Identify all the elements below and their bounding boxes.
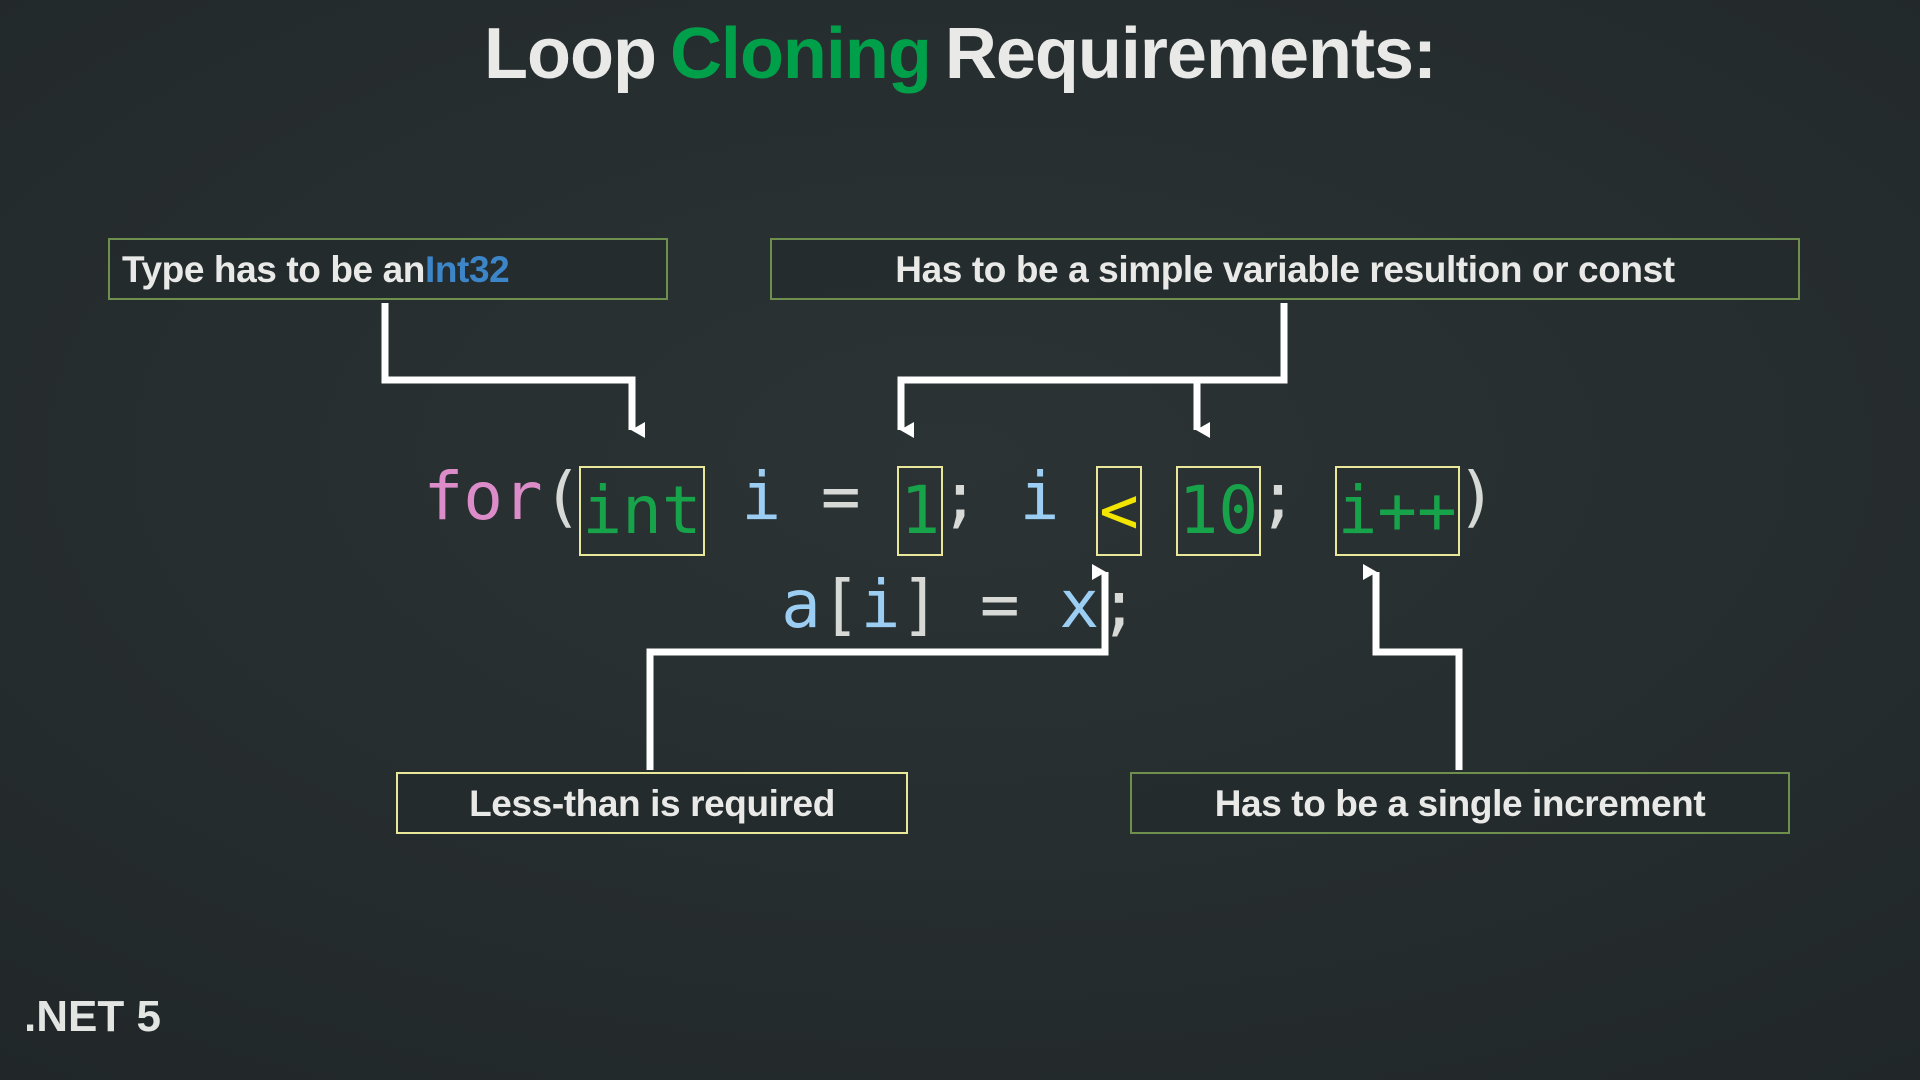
title-part-cloning: Cloning — [669, 14, 932, 94]
code-highlight-int: int — [579, 466, 705, 556]
callout-single-increment: Has to be a single increment — [1130, 772, 1790, 834]
code-var-i-cond: i — [1019, 458, 1060, 535]
brand-label: .NET 5 — [24, 992, 161, 1041]
page-title: Loop Cloning Requirements: — [0, 12, 1920, 96]
title-part-requirements: Requirements: — [944, 14, 1437, 94]
code-line-2: a[i] = x; — [0, 556, 1920, 654]
code-block: for(int i = 1; i < 10; i++) a[i] = x; — [0, 448, 1920, 654]
connector-int32-to-int — [381, 303, 645, 438]
code-value-x: x — [1059, 566, 1100, 643]
code-increment: i++ — [1337, 472, 1457, 549]
callout-int32-text: Type has to be an — [122, 248, 425, 290]
callout-simple-variable: Has to be a simple variable resultion or… — [770, 238, 1800, 300]
callout-less-than: Less-than is required — [396, 772, 908, 834]
connector-simple-to-ten — [1193, 376, 1284, 438]
code-keyword-for: for — [423, 458, 543, 535]
code-num-1: 1 — [900, 472, 941, 549]
code-line-1: for(int i = 1; i < 10; i++) — [0, 448, 1920, 556]
code-num-10: 10 — [1178, 472, 1259, 549]
code-highlight-one: 1 — [897, 466, 944, 556]
code-bracket-close: ] — [900, 566, 941, 643]
code-highlight-increment: i++ — [1334, 466, 1460, 556]
code-equals: = — [781, 458, 901, 535]
callout-int32: Type has to be an Int32 — [108, 238, 668, 300]
code-highlight-less-than: < — [1096, 466, 1142, 556]
code-bracket-open: [ — [820, 566, 861, 643]
code-type-int: int — [582, 472, 702, 549]
code-space-3 — [1139, 458, 1179, 535]
code-op-less-than: < — [1099, 472, 1139, 549]
code-semicolon-1: ; — [940, 458, 1020, 535]
code-paren-close: ) — [1456, 458, 1497, 535]
code-index-i: i — [860, 566, 901, 643]
callout-single-increment-text: Has to be a single increment — [1214, 782, 1706, 824]
code-semicolon-2: ; — [1258, 458, 1338, 535]
slide-canvas: Loop Cloning Requirements: Type has to be … — [0, 0, 1920, 1080]
code-space-2 — [1059, 458, 1099, 535]
connector-simple-to-one — [897, 303, 1288, 438]
callout-simple-variable-text: Has to be a simple variable resultion or… — [895, 248, 1675, 290]
title-part-loop: Loop — [484, 14, 657, 94]
code-semicolon-3: ; — [1099, 566, 1139, 643]
code-array-a: a — [781, 566, 821, 643]
code-equals-2: = — [940, 566, 1060, 643]
callout-less-than-text: Less-than is required — [469, 782, 835, 824]
callout-int32-highlight: Int32 — [424, 248, 510, 290]
code-highlight-ten: 10 — [1175, 466, 1262, 556]
code-space-1 — [702, 458, 742, 535]
code-var-i-init: i — [741, 458, 782, 535]
code-paren-open: ( — [542, 458, 583, 535]
